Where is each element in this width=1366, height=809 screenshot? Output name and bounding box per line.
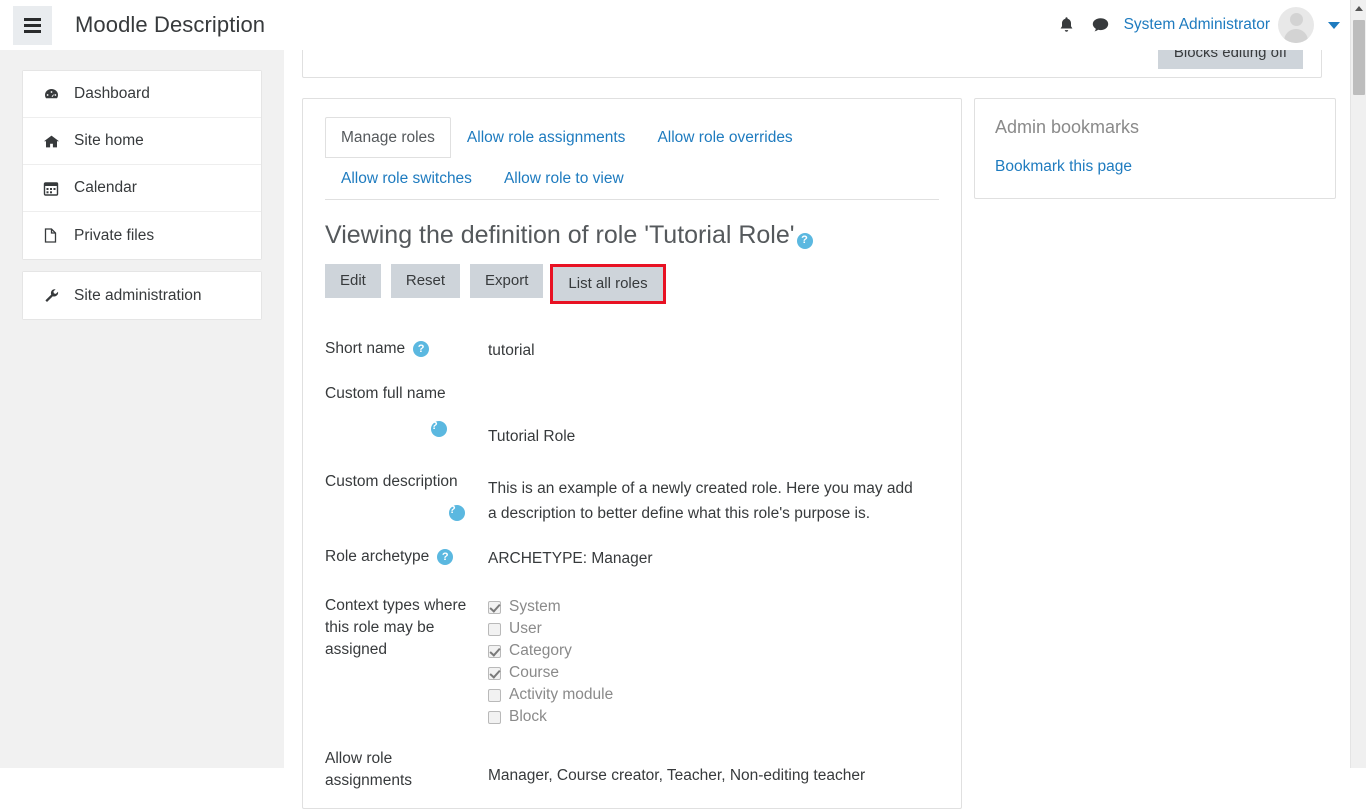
- sidebar-item-label: Calendar: [74, 179, 137, 197]
- avatar[interactable]: [1278, 7, 1314, 43]
- admin-bookmarks-block: Admin bookmarks Bookmark this page: [974, 98, 1336, 199]
- navbar-right-group: System Administrator: [1050, 7, 1350, 43]
- caret-down-icon[interactable]: [1328, 22, 1340, 29]
- field-row-role-archetype: Role archetype ? ARCHETYPE: Manager: [325, 546, 939, 571]
- page-scrollbar[interactable]: [1350, 0, 1366, 768]
- admin-bookmarks-title: Admin bookmarks: [995, 117, 1315, 138]
- page-title: Viewing the definition of role 'Tutorial…: [325, 221, 939, 250]
- site-brand-title: Moodle Description: [75, 12, 265, 38]
- user-name-link[interactable]: System Administrator: [1124, 16, 1270, 34]
- sidebar-item-dashboard[interactable]: Dashboard: [23, 71, 261, 118]
- context-types-label: Context types where this role may be ass…: [325, 595, 488, 728]
- sidebar-nav-group-admin: Site administration: [22, 271, 262, 320]
- field-row-short-name: Short name ? tutorial: [325, 338, 939, 363]
- sidebar-item-site-home[interactable]: Site home: [23, 118, 261, 165]
- custom-full-name-label: Custom full name ?: [325, 383, 488, 449]
- allow-role-assignments-value: Manager, Course creator, Teacher, Non-ed…: [488, 748, 939, 792]
- checkbox-row-user[interactable]: User: [488, 618, 939, 640]
- edit-button[interactable]: Edit: [325, 264, 381, 298]
- checkbox-label: System: [509, 595, 561, 619]
- help-icon[interactable]: ?: [437, 549, 453, 565]
- field-row-custom-full-name: Custom full name ? Tutorial Role: [325, 383, 939, 449]
- hamburger-menu-icon[interactable]: [13, 6, 52, 45]
- role-archetype-value: ARCHETYPE: Manager: [488, 546, 939, 571]
- bell-icon[interactable]: [1050, 8, 1084, 42]
- sidebar-item-calendar[interactable]: Calendar: [23, 165, 261, 212]
- checkbox-label: User: [509, 617, 542, 641]
- checkbox-label: Category: [509, 639, 572, 663]
- checkbox-user[interactable]: [488, 623, 501, 636]
- file-icon: [43, 227, 65, 244]
- checkbox-row-course[interactable]: Course: [488, 662, 939, 684]
- wrench-icon: [43, 287, 65, 304]
- role-definition-fields: Short name ? tutorial Custom full name ?…: [325, 338, 939, 792]
- checkbox-row-activity-module[interactable]: Activity module: [488, 684, 939, 706]
- role-definition-card: Manage roles Allow role assignments Allo…: [302, 98, 962, 809]
- tab-allow-role-switches[interactable]: Allow role switches: [325, 158, 488, 199]
- scroll-up-arrow-icon[interactable]: [1351, 0, 1366, 17]
- context-types-checkbox-list: System User Category Course: [488, 596, 939, 728]
- checkbox-block[interactable]: [488, 711, 501, 724]
- short-name-value: tutorial: [488, 338, 939, 363]
- checkbox-system[interactable]: [488, 601, 501, 614]
- help-icon[interactable]: ?: [431, 421, 447, 437]
- sidebar-item-site-administration[interactable]: Site administration: [23, 272, 261, 319]
- checkbox-label: Block: [509, 705, 547, 729]
- tab-allow-role-overrides[interactable]: Allow role overrides: [641, 117, 808, 158]
- checkbox-label: Course: [509, 661, 559, 685]
- triangle-up-shape: [1355, 6, 1363, 11]
- help-icon[interactable]: ?: [797, 233, 813, 249]
- short-name-label: Short name ?: [325, 338, 488, 363]
- message-bubble-icon[interactable]: [1084, 8, 1118, 42]
- role-action-buttons: Edit Reset Export List all roles: [325, 264, 939, 304]
- checkbox-row-category[interactable]: Category: [488, 640, 939, 662]
- help-icon[interactable]: ?: [413, 341, 429, 357]
- hamburger-bar: [24, 24, 41, 27]
- sidebar-nav-group-primary: Dashboard Site home: [22, 70, 262, 260]
- sidebar-item-label: Site home: [74, 132, 144, 150]
- field-row-custom-description: Custom description ? This is an example …: [325, 471, 939, 526]
- custom-description-value: This is an example of a newly created ro…: [488, 471, 918, 526]
- page-title-text: Viewing the definition of role 'Tutorial…: [325, 221, 795, 250]
- top-navbar: Moodle Description System Administrator: [0, 0, 1350, 50]
- hamburger-bar: [24, 18, 41, 21]
- checkbox-label: Activity module: [509, 683, 613, 707]
- hamburger-bar: [24, 30, 41, 33]
- sidebar-item-label: Site administration: [74, 287, 202, 305]
- field-row-allow-role-assignments: Allow role assignments Manager, Course c…: [325, 748, 939, 792]
- custom-full-name-value: Tutorial Role: [488, 383, 939, 449]
- checkbox-row-system[interactable]: System: [488, 596, 939, 618]
- tab-allow-role-to-view[interactable]: Allow role to view: [488, 158, 640, 199]
- help-icon[interactable]: ?: [449, 505, 465, 521]
- checkbox-row-block[interactable]: Block: [488, 706, 939, 728]
- main-content-region: Blocks editing off Manage roles Allow ro…: [284, 50, 1350, 768]
- field-row-context-types: Context types where this role may be ass…: [325, 595, 939, 728]
- custom-description-label: Custom description ?: [325, 471, 488, 526]
- sidebar-navigation: Dashboard Site home: [22, 70, 262, 320]
- role-admin-tabs: Manage roles Allow role assignments Allo…: [325, 117, 939, 200]
- export-button[interactable]: Export: [470, 264, 543, 298]
- caret-shape: [1328, 22, 1340, 29]
- sidebar-item-label: Private files: [74, 227, 154, 245]
- calendar-icon: [43, 180, 65, 197]
- role-archetype-label: Role archetype ?: [325, 546, 488, 571]
- list-all-roles-button[interactable]: List all roles: [553, 267, 662, 301]
- bookmark-this-page-link[interactable]: Bookmark this page: [995, 158, 1132, 175]
- list-all-roles-highlight: List all roles: [550, 264, 665, 304]
- sidebar-item-private-files[interactable]: Private files: [23, 212, 261, 259]
- sidebar-item-label: Dashboard: [74, 85, 150, 103]
- scrollbar-thumb[interactable]: [1353, 20, 1365, 95]
- checkbox-category[interactable]: [488, 645, 501, 658]
- home-icon: [43, 133, 65, 150]
- checkbox-activity-module[interactable]: [488, 689, 501, 702]
- tab-manage-roles[interactable]: Manage roles: [325, 117, 451, 158]
- checkbox-course[interactable]: [488, 667, 501, 680]
- reset-button[interactable]: Reset: [391, 264, 460, 298]
- dashboard-icon: [43, 86, 65, 103]
- tab-allow-role-assignments[interactable]: Allow role assignments: [451, 117, 642, 158]
- allow-role-assignments-label: Allow role assignments: [325, 748, 488, 792]
